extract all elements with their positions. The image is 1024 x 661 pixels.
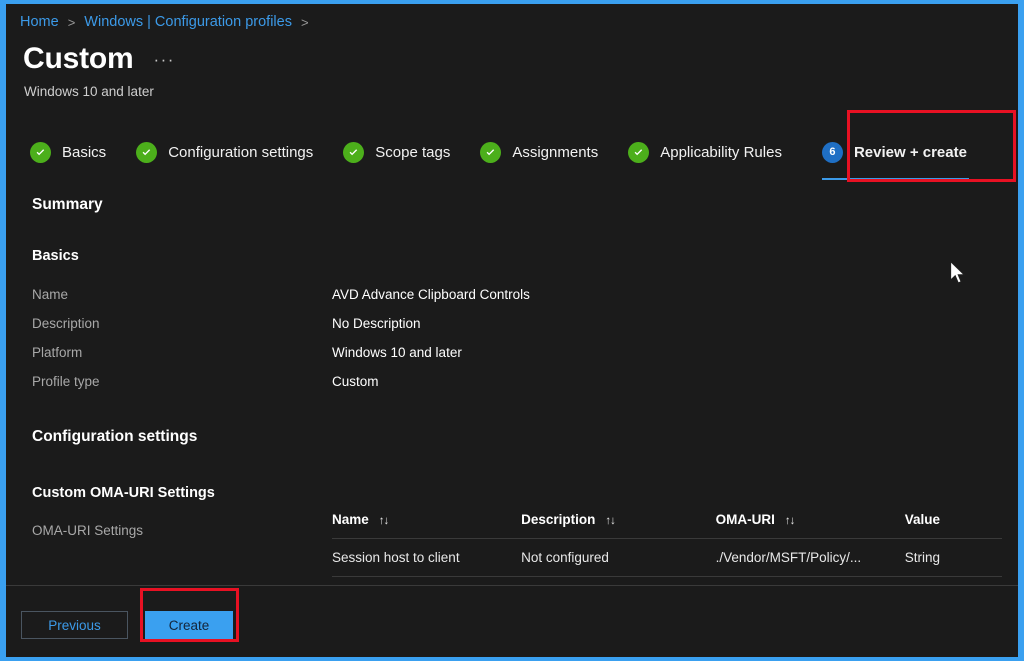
column-header-value[interactable]: Value <box>905 512 1002 539</box>
wizard-step-nav: Basics Configuration settings Scope tags… <box>30 136 1010 182</box>
title-row: Custom ··· <box>23 42 175 76</box>
tab-label: Configuration settings <box>168 143 314 161</box>
breadcrumb-item-home[interactable]: Home <box>20 14 59 30</box>
table-row[interactable]: Session host to client Not configured ./… <box>332 539 1002 577</box>
basics-heading: Basics <box>32 248 79 264</box>
cell-name: Session host to client <box>332 550 460 565</box>
tab-label: Applicability Rules <box>660 143 782 161</box>
tab-label: Review + create <box>853 143 967 161</box>
chevron-right-icon: > <box>67 14 76 30</box>
previous-button[interactable]: Previous <box>21 611 128 639</box>
tab-scope-tags[interactable]: Scope tags <box>343 136 450 168</box>
field-label: Name <box>32 287 69 302</box>
cell-oma-uri: ./Vendor/MSFT/Policy/... <box>715 550 862 565</box>
tab-label: Assignments <box>512 143 599 161</box>
page-subtitle: Windows 10 and later <box>24 84 154 99</box>
column-header-name[interactable]: Name ↑↓ <box>332 512 521 539</box>
wizard-footer: Previous Create <box>6 585 1018 657</box>
summary-row-platform: Platform Windows 10 and later <box>32 345 998 367</box>
chevron-right-icon: > <box>300 14 309 30</box>
tab-review-create[interactable]: 6 Review + create <box>821 136 969 180</box>
summary-heading: Summary <box>32 196 103 213</box>
check-circle-icon <box>480 141 502 163</box>
cell-description: Not configured <box>521 550 609 565</box>
table-header-row: Name ↑↓ Description ↑↓ OMA-URI ↑↓ Value <box>332 512 1002 539</box>
configuration-settings-heading: Configuration settings <box>32 428 198 445</box>
summary-row-profile-type: Profile type Custom <box>32 374 998 396</box>
field-label: Description <box>32 316 100 331</box>
custom-oma-uri-settings-heading: Custom OMA-URI Settings <box>32 485 215 501</box>
summary-row-name: Name AVD Advance Clipboard Controls <box>32 287 998 309</box>
breadcrumb: Home > Windows | Configuration profiles … <box>20 11 318 33</box>
column-header-label: Value <box>904 512 941 527</box>
column-header-label: OMA-URI <box>715 512 775 527</box>
field-value: No Description <box>332 316 421 331</box>
column-header-description[interactable]: Description ↑↓ <box>521 512 716 539</box>
column-header-oma-uri[interactable]: OMA-URI ↑↓ <box>716 512 905 539</box>
sort-icon[interactable]: ↑↓ <box>379 515 389 527</box>
field-label: Platform <box>32 345 83 360</box>
oma-uri-settings-table: Name ↑↓ Description ↑↓ OMA-URI ↑↓ Value <box>332 512 1002 577</box>
sort-icon[interactable]: ↑↓ <box>785 515 795 527</box>
step-number-badge: 6 <box>821 141 843 163</box>
tab-label: Basics <box>62 143 107 161</box>
field-label: Profile type <box>32 374 100 389</box>
tab-label: Scope tags <box>375 143 451 161</box>
tab-configuration-settings[interactable]: Configuration settings <box>136 136 313 168</box>
cell-value: String <box>904 550 941 565</box>
create-button[interactable]: Create <box>145 611 233 639</box>
field-value: Custom <box>332 374 379 389</box>
field-value: AVD Advance Clipboard Controls <box>332 287 530 302</box>
active-tab-underline <box>821 178 969 180</box>
tab-basics[interactable]: Basics <box>30 136 106 168</box>
oma-uri-settings-label: OMA-URI Settings <box>32 523 144 538</box>
check-circle-icon <box>30 141 51 163</box>
more-options-icon[interactable]: ··· <box>153 51 174 68</box>
tab-assignments[interactable]: Assignments <box>480 136 598 168</box>
summary-row-description: Description No Description <box>32 316 998 338</box>
page-title: Custom <box>23 42 134 75</box>
azure-portal-blade: Home > Windows | Configuration profiles … <box>6 4 1018 657</box>
column-header-label: Description <box>521 512 596 527</box>
sort-icon[interactable]: ↑↓ <box>605 515 615 527</box>
check-circle-icon <box>343 141 365 163</box>
summary-panel: Summary Basics Name AVD Advance Clipboar… <box>6 190 1018 585</box>
tab-applicability-rules[interactable]: Applicability Rules <box>628 136 782 168</box>
breadcrumb-item-configuration-profiles[interactable]: Windows | Configuration profiles <box>84 14 292 30</box>
check-circle-icon <box>136 141 158 163</box>
check-circle-icon <box>628 141 650 163</box>
field-value: Windows 10 and later <box>332 345 462 360</box>
column-header-label: Name <box>332 512 369 527</box>
screenshot-frame: Home > Windows | Configuration profiles … <box>0 0 1024 661</box>
